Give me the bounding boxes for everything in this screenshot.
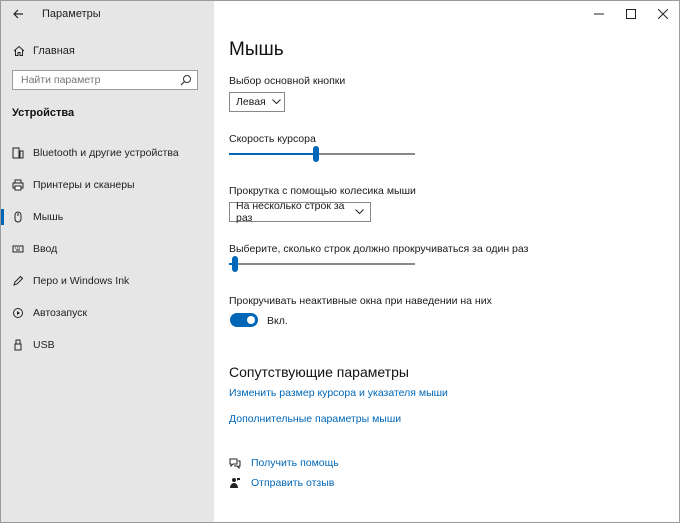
get-help-row[interactable]: Получить помощь (229, 456, 339, 470)
minimize-button[interactable] (583, 1, 615, 27)
home-label: Главная (33, 45, 75, 57)
primary-button-value: Левая (236, 96, 266, 108)
home-nav-item[interactable]: Главная (13, 43, 75, 59)
back-button[interactable] (9, 5, 27, 23)
scroll-lines-slider[interactable] (229, 256, 415, 272)
mouse-icon (12, 211, 24, 223)
main-content: Мышь Выбор основной кнопки Левая Скорост… (214, 1, 679, 522)
toggle-knob (247, 316, 255, 324)
slider-fill (229, 153, 317, 155)
cursor-speed-label: Скорость курсора (229, 133, 316, 145)
usb-icon (12, 339, 24, 351)
maximize-button[interactable] (615, 1, 647, 27)
sidebar-item-autoplay[interactable]: Автозапуск (1, 297, 214, 329)
keyboard-icon (12, 243, 24, 255)
sidebar-item-printers[interactable]: Принтеры и сканеры (1, 169, 214, 201)
maximize-icon (626, 9, 636, 19)
sidebar-item-label: USB (33, 339, 55, 351)
autoplay-icon (12, 307, 24, 319)
send-feedback-link[interactable]: Отправить отзыв (251, 477, 334, 489)
inactive-scroll-label: Прокручивать неактивные окна при наведен… (229, 295, 492, 307)
bluetooth-devices-icon (12, 147, 24, 159)
slider-thumb[interactable] (231, 256, 238, 272)
home-icon (13, 45, 25, 56)
send-feedback-row[interactable]: Отправить отзыв (229, 476, 334, 490)
sidebar-item-bluetooth[interactable]: Bluetooth и другие устройства (1, 137, 214, 169)
section-title: Устройства (12, 107, 75, 119)
inactive-scroll-toggle[interactable] (230, 313, 258, 327)
feedback-icon (229, 477, 241, 489)
additional-mouse-settings-link[interactable]: Дополнительные параметры мыши (229, 413, 401, 425)
sidebar-item-usb[interactable]: USB (1, 329, 214, 361)
chevron-down-icon (355, 209, 364, 215)
printer-icon (12, 179, 24, 191)
cursor-size-link[interactable]: Изменить размер курсора и указателя мыши (229, 387, 448, 399)
toggle-state-label: Вкл. (267, 315, 288, 327)
back-arrow-icon (13, 9, 23, 19)
window-controls (583, 1, 679, 27)
minimize-icon (594, 13, 604, 15)
slider-thumb[interactable] (313, 146, 320, 162)
help-chat-icon (229, 457, 241, 469)
scroll-mode-label: Прокрутка с помощью колесика мыши (229, 185, 416, 197)
sidebar-item-label: Мышь (33, 211, 64, 223)
sidebar-item-label: Автозапуск (33, 307, 88, 319)
close-icon (658, 9, 668, 19)
sidebar-item-pen[interactable]: Перо и Windows Ink (1, 265, 214, 297)
sidebar-item-mouse[interactable]: Мышь (1, 201, 214, 233)
sidebar-item-label: Принтеры и сканеры (33, 179, 135, 191)
settings-window: Параметры Главная Устройства Bluetooth и… (0, 0, 680, 523)
slider-track (229, 263, 415, 265)
get-help-link[interactable]: Получить помощь (251, 457, 339, 469)
sidebar-titlebar: Параметры (1, 1, 214, 27)
scroll-mode-dropdown[interactable]: На несколько строк за раз (229, 200, 371, 224)
pen-icon (12, 275, 24, 287)
sidebar: Параметры Главная Устройства Bluetooth и… (1, 1, 214, 522)
cursor-speed-slider[interactable] (229, 146, 415, 162)
related-settings-title: Сопутствующие параметры (229, 364, 409, 380)
sidebar-item-input[interactable]: Ввод (1, 233, 214, 265)
sidebar-item-label: Перо и Windows Ink (33, 275, 130, 287)
scroll-lines-label: Выберите, сколько строк должно прокручив… (229, 243, 529, 255)
sidebar-item-label: Ввод (33, 243, 58, 255)
scroll-mode-value: На несколько строк за раз (236, 200, 345, 224)
sidebar-nav: Bluetooth и другие устройства Принтеры и… (1, 137, 214, 361)
page-title: Мышь (229, 39, 284, 60)
search-icon[interactable] (180, 74, 192, 86)
chevron-down-icon (271, 99, 281, 105)
close-button[interactable] (647, 1, 679, 27)
primary-button-label: Выбор основной кнопки (229, 75, 346, 87)
search-box[interactable] (12, 70, 198, 90)
app-title: Параметры (42, 8, 101, 20)
sidebar-item-label: Bluetooth и другие устройства (33, 147, 179, 159)
primary-button-dropdown[interactable]: Левая (229, 92, 285, 112)
search-input[interactable] (21, 73, 181, 87)
